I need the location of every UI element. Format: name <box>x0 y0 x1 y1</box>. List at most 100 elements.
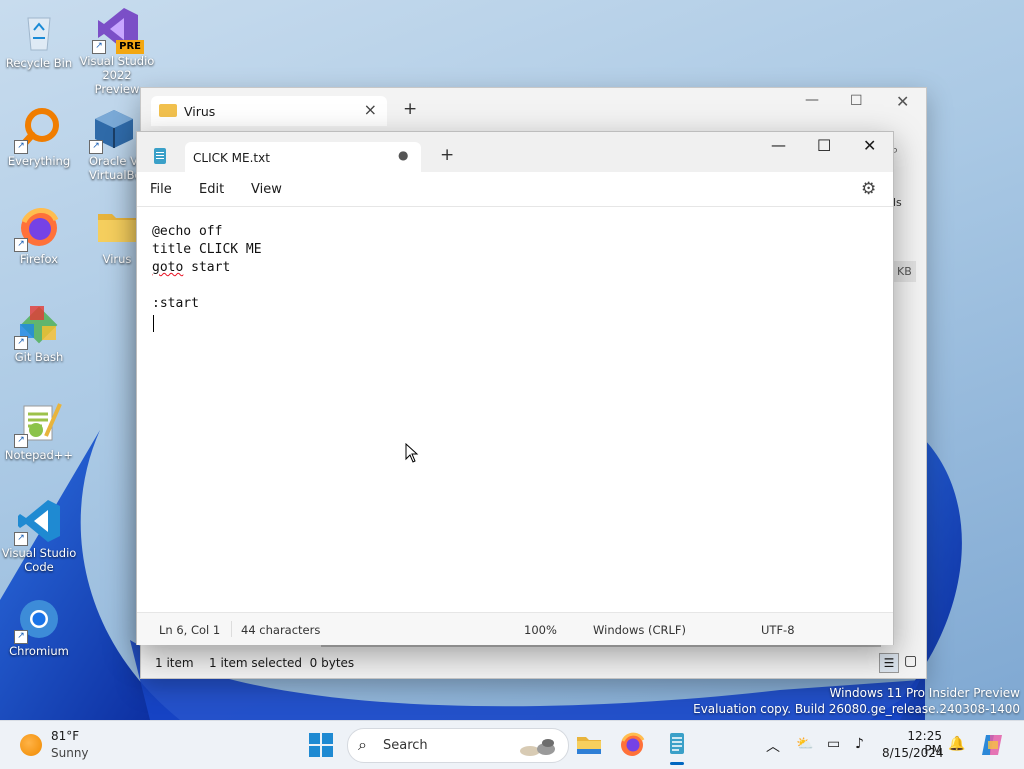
maximize-button[interactable]: ☐ <box>850 93 863 109</box>
status-encoding: UTF-8 <box>761 623 795 637</box>
file-explorer-taskbar-icon[interactable] <box>574 729 604 759</box>
firefox-icon: ↗ <box>14 204 62 252</box>
new-tab-button[interactable]: + <box>403 99 417 119</box>
notepad-menubar: File Edit View ⚙ <box>137 172 893 206</box>
spellcheck-word: goto <box>152 260 184 275</box>
status-cursor-position: Ln 6, Col 1 <box>159 623 221 637</box>
desktop-icon-visual-studio-code[interactable]: ↗ Visual Studio Code <box>1 498 77 574</box>
git-bash-icon: ↗ <box>14 302 62 350</box>
search-placeholder: Search <box>383 738 428 753</box>
line-1: @echo off <box>152 224 223 239</box>
minimize-button[interactable]: — <box>771 136 786 154</box>
line-5: :start <box>152 296 199 311</box>
folder-icon <box>159 104 177 117</box>
shortcut-arrow-icon: ↗ <box>14 630 28 644</box>
notepad-tab-title: CLICK ME.txt <box>193 151 270 165</box>
weather-temperature: 81°F <box>51 729 80 743</box>
pre-badge: PRE <box>116 40 144 54</box>
desktop-icon-everything[interactable]: ↗ Everything <box>1 106 77 168</box>
close-button[interactable]: ✕ <box>896 92 909 111</box>
details-label-fragment: ls <box>893 196 902 209</box>
notepad-plus-plus-icon: ↗ <box>14 400 62 448</box>
desktop-icon-label: Chromium <box>9 644 69 658</box>
menu-file[interactable]: File <box>150 182 172 197</box>
desktop-icon-label: Everything <box>7 154 71 168</box>
desktop-icon-notepad-plus-plus[interactable]: ↗ Notepad++ <box>1 400 77 462</box>
menu-view[interactable]: View <box>251 182 282 197</box>
windows-start-icon[interactable] <box>309 733 333 757</box>
status-line-ending: Windows (CRLF) <box>593 623 687 637</box>
volume-icon[interactable]: ♪ <box>855 736 864 752</box>
explorer-status-bar: 1 item 1 item selected 0 bytes ☰ ▢ <box>141 648 926 678</box>
editor-content: @echo off title CLICK ME goto start :sta… <box>152 223 262 313</box>
desktop-icon-firefox[interactable]: ↗ Firefox <box>1 204 77 266</box>
firefox-taskbar-icon[interactable] <box>617 729 647 759</box>
unsaved-indicator-icon[interactable]: ● <box>398 148 408 162</box>
watermark-line-2: Evaluation copy. Build 26080.ge_release.… <box>693 702 1020 716</box>
text-editor[interactable]: @echo off title CLICK ME goto start :sta… <box>137 206 893 613</box>
desktop-icon-label: Firefox <box>19 252 59 266</box>
desktop-icon-label: Notepad++ <box>4 448 74 462</box>
notification-bell-icon[interactable]: 🔔 <box>948 736 965 752</box>
network-disconnected-icon[interactable]: ⛅ <box>796 736 813 752</box>
explorer-tab-title: Virus <box>184 104 216 119</box>
status-separator <box>231 621 232 637</box>
search-icon: ⌕ <box>358 735 367 754</box>
clock-date[interactable]: 8/15/2024 <box>882 746 944 760</box>
new-tab-button[interactable]: + <box>440 145 454 165</box>
chromium-icon: ↗ <box>14 596 62 644</box>
desktop-icon-label: Recycle Bin <box>5 56 73 70</box>
maximize-button[interactable]: ☐ <box>817 136 831 155</box>
weather-condition: Sunny <box>51 746 89 760</box>
status-character-count: 44 characters <box>241 623 321 637</box>
notepad-taskbar-icon[interactable] <box>662 729 692 765</box>
taskbar: 81°F Sunny ⌕ Search ︿ ⛅ ▭ ♪ 12:25 PM 8/1… <box>0 720 1024 769</box>
visual-studio-icon: PRE ↗ <box>92 6 144 54</box>
notepad-tab[interactable]: CLICK ME.txt ● <box>185 142 421 172</box>
line-3: goto start <box>152 260 231 275</box>
show-hidden-icons-chevron-icon[interactable]: ︿ <box>766 736 780 756</box>
sun-icon <box>20 734 42 756</box>
everything-search-icon: ↗ <box>14 106 62 154</box>
taskbar-search-box[interactable]: ⌕ Search <box>347 728 569 763</box>
copilot-icon[interactable] <box>980 733 1004 757</box>
horizontal-scrollbar[interactable] <box>321 645 881 647</box>
details-view-button[interactable]: ☰ <box>879 653 899 673</box>
folder-icon <box>94 204 140 250</box>
desktop-icon-chromium[interactable]: ↗ Chromium <box>1 596 77 658</box>
tiles-view-button[interactable]: ▢ <box>904 653 917 669</box>
explorer-tab[interactable]: Virus × <box>151 96 387 126</box>
status-item-count: 1 item <box>155 656 194 670</box>
weather-widget[interactable]: 81°F Sunny <box>10 721 100 769</box>
shortcut-arrow-icon: ↗ <box>14 336 28 350</box>
desktop-icon-visual-studio-2022-preview[interactable]: PRE ↗ Visual Studio 2022 Preview <box>79 6 155 96</box>
shortcut-arrow-icon: ↗ <box>89 140 103 154</box>
desktop-icon-label: Git Bash <box>14 350 64 364</box>
search-highlight-icon <box>520 739 555 756</box>
recycle-bin-icon <box>16 8 62 54</box>
file-size-fragment: KB <box>893 261 916 282</box>
minimize-button[interactable]: — <box>805 92 819 108</box>
desktop-icon-recycle-bin[interactable]: Recycle Bin <box>1 8 77 70</box>
menu-edit[interactable]: Edit <box>199 182 224 197</box>
close-tab-icon[interactable]: × <box>364 100 377 119</box>
close-button[interactable]: ✕ <box>863 136 876 155</box>
watermark-line-1: Windows 11 Pro Insider Preview <box>829 686 1020 700</box>
notepad-icon <box>670 733 684 754</box>
display-icon[interactable]: ▭ <box>827 736 840 752</box>
shortcut-arrow-icon: ↗ <box>14 434 28 448</box>
virtualbox-icon: ↗ <box>89 106 137 154</box>
desktop-icon-label: Visual Studio Code <box>1 546 77 574</box>
mouse-pointer-icon <box>405 443 419 463</box>
status-selection: 1 item selected 0 bytes <box>209 656 355 670</box>
shortcut-arrow-icon: ↗ <box>92 40 106 54</box>
settings-gear-icon[interactable]: ⚙ <box>861 179 876 199</box>
vscode-icon: ↗ <box>14 498 62 546</box>
shortcut-arrow-icon: ↗ <box>14 140 28 154</box>
text-caret <box>153 315 154 332</box>
notepad-titlebar[interactable]: CLICK ME.txt ● + — ☐ ✕ <box>137 132 893 172</box>
notepad-window[interactable]: CLICK ME.txt ● + — ☐ ✕ File Edit View ⚙ … <box>136 131 894 645</box>
shortcut-arrow-icon: ↗ <box>14 238 28 252</box>
desktop-icon-git-bash[interactable]: ↗ Git Bash <box>1 302 77 364</box>
notepad-app-icon <box>154 148 166 164</box>
